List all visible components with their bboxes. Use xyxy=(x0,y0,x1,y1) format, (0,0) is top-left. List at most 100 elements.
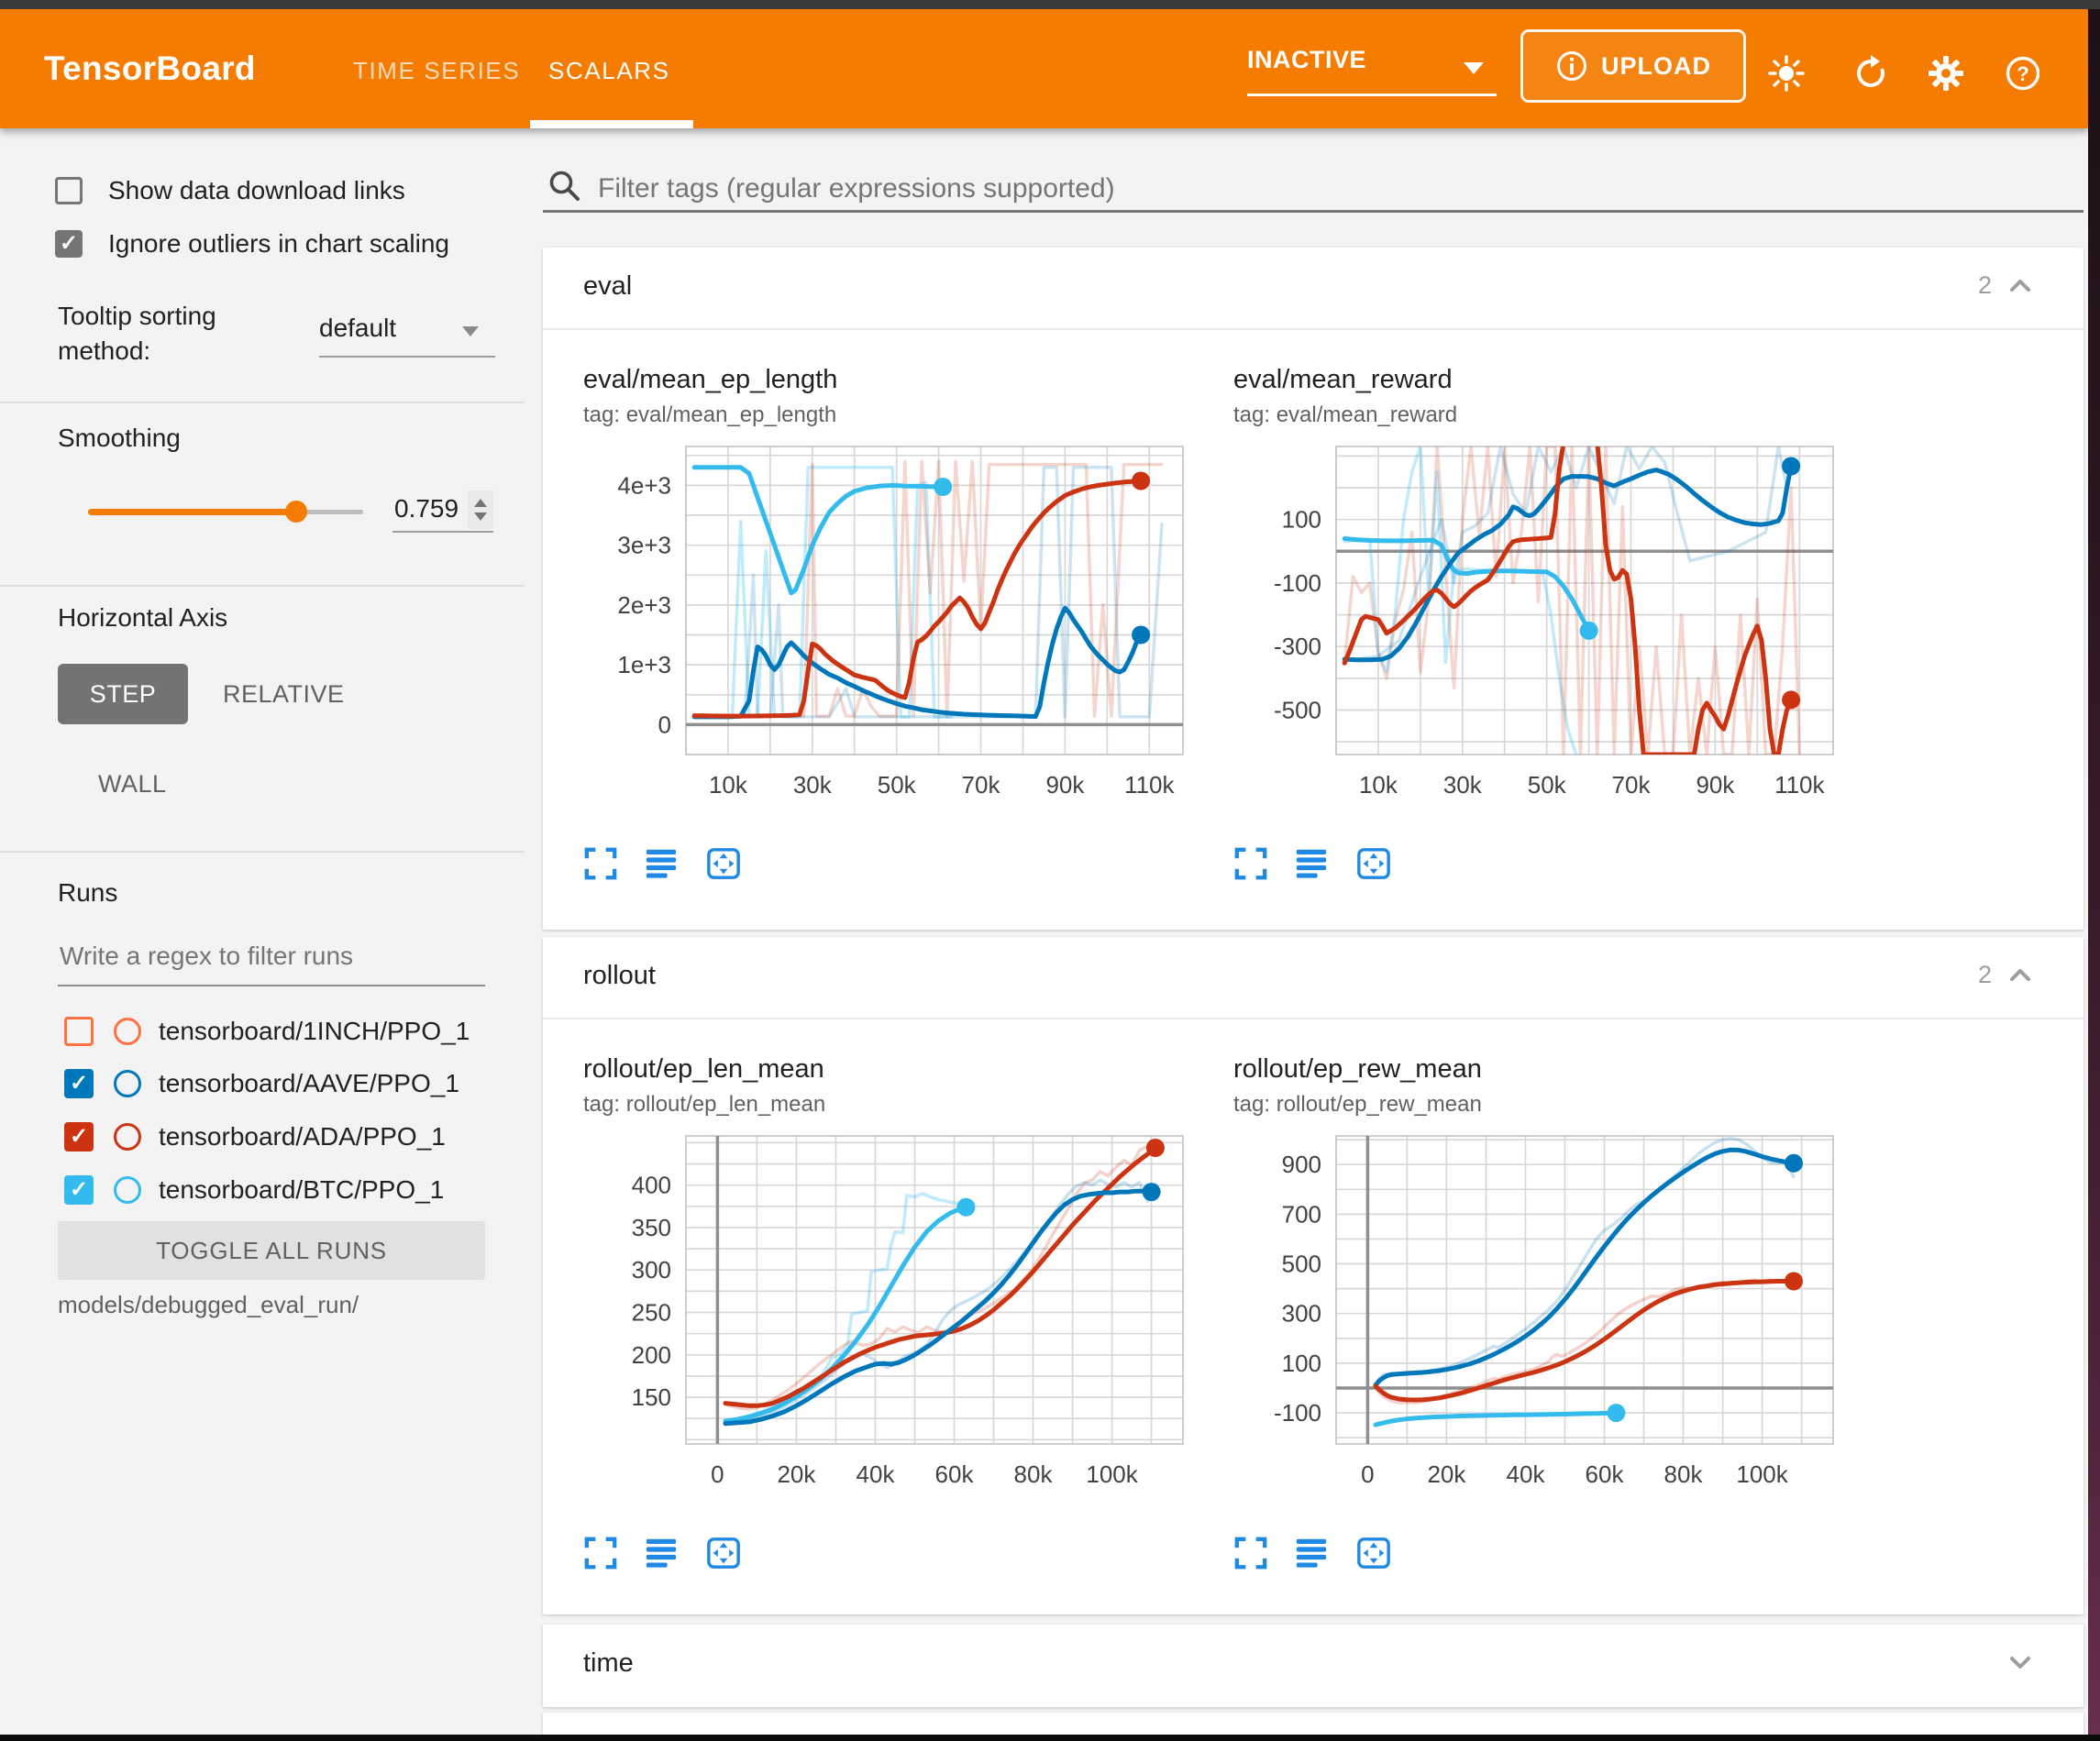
svg-text:-100: -100 xyxy=(1274,569,1321,597)
section-card-rollout: rollout 2 rollout/ep_len_mean tag: rollo… xyxy=(543,937,2083,1614)
chart-tag: tag: rollout/ep_rew_mean xyxy=(1233,1092,1839,1118)
svg-text:100k: 100k xyxy=(1736,1460,1788,1488)
smoothing-slider[interactable] xyxy=(88,499,363,524)
chevron-down-icon[interactable] xyxy=(2006,1648,2034,1676)
chevron-up-icon[interactable] xyxy=(2006,962,2034,989)
svg-text:700: 700 xyxy=(1282,1200,1321,1228)
desktop-edge xyxy=(2088,0,2100,1741)
section-title: rollout xyxy=(583,961,656,991)
section-header-rollout[interactable]: rollout 2 xyxy=(543,937,2083,1019)
chart-plot[interactable]: 10k30k50k70k90k110k100-100-300-500 xyxy=(1233,437,1839,832)
chart-actions xyxy=(1233,846,1839,881)
chart-title: eval/mean_reward xyxy=(1233,365,1839,395)
refresh-icon[interactable] xyxy=(1852,55,1889,92)
run-row[interactable]: ✓tensorboard/BTC/PPO_1 xyxy=(64,1173,444,1207)
svg-text:30k: 30k xyxy=(793,771,833,799)
brightness-icon[interactable] xyxy=(1768,55,1805,92)
smoothing-value-field[interactable]: 0.759 xyxy=(392,489,493,529)
horizontal-axis-label: Horizontal Axis xyxy=(58,603,227,633)
chevron-up-icon[interactable] xyxy=(2006,272,2034,300)
section-header-time[interactable]: time xyxy=(543,1625,2083,1705)
svg-text:0: 0 xyxy=(1361,1460,1374,1488)
svg-text:300: 300 xyxy=(1282,1300,1321,1328)
chart-block: rollout/ep_len_mean tag: rollout/ep_len_… xyxy=(583,1054,1188,1570)
chart-title: rollout/ep_rew_mean xyxy=(1233,1054,1839,1085)
app-header: TensorBoard TIME SERIES SCALARS INACTIVE… xyxy=(0,9,2088,128)
app-title: TensorBoard xyxy=(44,50,256,88)
svg-text:400: 400 xyxy=(632,1172,671,1199)
run-checkbox[interactable]: ✓ xyxy=(64,1069,94,1098)
chart-actions xyxy=(583,846,1188,881)
input-underline xyxy=(58,985,485,986)
chart-plot[interactable]: 10k30k50k70k90k110k01e+32e+33e+34e+3 xyxy=(583,437,1188,832)
svg-text:0: 0 xyxy=(711,1460,724,1488)
section-header-eval[interactable]: eval 2 xyxy=(543,248,2083,330)
chart-actions xyxy=(1233,1536,1839,1570)
data-table-icon[interactable] xyxy=(644,1536,679,1570)
caret-down-icon xyxy=(1464,62,1484,74)
tab-time-series[interactable]: TIME SERIES xyxy=(353,57,520,85)
svg-text:100: 100 xyxy=(1282,1350,1321,1377)
expand-chart-icon[interactable] xyxy=(583,1536,618,1570)
run-checkbox[interactable]: ✓ xyxy=(64,1175,94,1205)
run-color-circle[interactable] xyxy=(114,1176,141,1204)
settings-gear-icon[interactable] xyxy=(1928,55,1964,92)
axis-option-wall[interactable]: WALL xyxy=(98,770,167,799)
run-color-circle[interactable] xyxy=(114,1123,141,1151)
fit-domain-icon[interactable] xyxy=(1354,846,1393,881)
run-row[interactable]: ✓tensorboard/AAVE/PPO_1 xyxy=(64,1066,459,1101)
stepper-up-icon[interactable] xyxy=(474,499,487,507)
tooltip-sorting-value: default xyxy=(319,314,396,342)
slider-handle[interactable] xyxy=(285,501,307,523)
show-download-links-row[interactable]: Show data download links xyxy=(55,176,405,205)
svg-text:300: 300 xyxy=(632,1256,671,1284)
expand-chart-icon[interactable] xyxy=(1233,846,1268,881)
toggle-all-runs-button[interactable]: TOGGLE ALL RUNS xyxy=(58,1221,485,1280)
number-stepper[interactable] xyxy=(468,490,493,529)
smoothing-value: 0.759 xyxy=(394,494,459,523)
upload-status-value: INACTIVE xyxy=(1247,46,1366,73)
axis-option-relative[interactable]: RELATIVE xyxy=(223,680,345,709)
svg-text:40k: 40k xyxy=(1507,1460,1546,1488)
dropdown-underline xyxy=(1247,94,1497,96)
svg-text:40k: 40k xyxy=(857,1460,896,1488)
run-label: tensorboard/ADA/PPO_1 xyxy=(159,1122,446,1151)
stepper-down-icon[interactable] xyxy=(474,512,487,521)
svg-text:2e+3: 2e+3 xyxy=(617,591,671,619)
run-color-circle[interactable] xyxy=(114,1018,141,1045)
run-color-circle[interactable] xyxy=(114,1070,141,1097)
fit-domain-icon[interactable] xyxy=(1354,1536,1393,1570)
data-table-icon[interactable] xyxy=(644,846,679,881)
ignore-outliers-row[interactable]: ✓ Ignore outliers in chart scaling xyxy=(55,229,449,259)
tooltip-sorting-select[interactable]: default xyxy=(319,314,495,356)
runs-filter-input[interactable] xyxy=(58,935,483,977)
expand-chart-icon[interactable] xyxy=(1233,1536,1268,1570)
run-checkbox[interactable]: ✓ xyxy=(64,1122,94,1151)
ignore-outliers-checkbox[interactable]: ✓ xyxy=(55,230,83,258)
axis-option-step[interactable]: STEP xyxy=(58,664,188,724)
section-card-eval: eval 2 eval/mean_ep_length tag: eval/mea… xyxy=(543,248,2083,930)
data-table-icon[interactable] xyxy=(1294,846,1329,881)
fit-domain-icon[interactable] xyxy=(704,1536,743,1570)
section-card-time: time xyxy=(543,1625,2083,1707)
svg-text:70k: 70k xyxy=(1612,771,1652,799)
chart-plot[interactable]: 020k40k60k80k100k150200250300350400 xyxy=(583,1127,1188,1521)
filter-tags-input[interactable] xyxy=(596,169,2021,209)
run-row[interactable]: tensorboard/1INCH/PPO_1 xyxy=(64,1014,470,1049)
svg-text:100: 100 xyxy=(1282,506,1321,534)
data-table-icon[interactable] xyxy=(1294,1536,1329,1570)
run-row[interactable]: ✓ tensorboard/ADA/PPO_1 xyxy=(64,1119,446,1154)
filter-underline xyxy=(543,210,2083,213)
upload-button[interactable]: UPLOAD xyxy=(1520,29,1746,103)
upload-status-dropdown[interactable]: INACTIVE xyxy=(1247,46,1497,97)
tab-scalars[interactable]: SCALARS xyxy=(548,57,670,85)
show-download-links-checkbox[interactable] xyxy=(55,177,83,204)
chart-plot[interactable]: 020k40k60k80k100k-100100300500700900 xyxy=(1233,1127,1839,1521)
chart-tag: tag: rollout/ep_len_mean xyxy=(583,1092,1188,1118)
help-icon[interactable]: ? xyxy=(2005,55,2041,92)
run-checkbox[interactable] xyxy=(64,1017,94,1046)
value-underline xyxy=(392,531,493,533)
fit-domain-icon[interactable] xyxy=(704,846,743,881)
expand-chart-icon[interactable] xyxy=(583,846,618,881)
svg-text:0: 0 xyxy=(658,711,671,738)
